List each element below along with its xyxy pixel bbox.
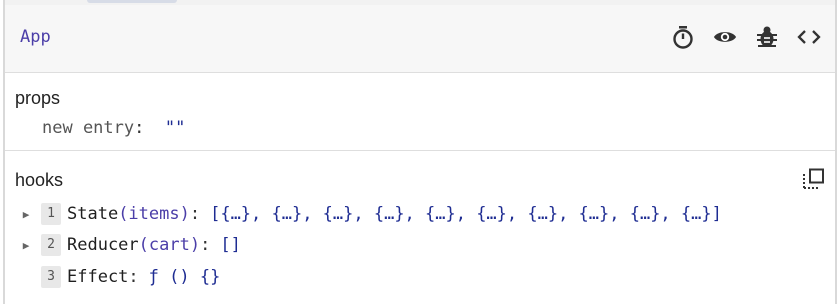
prop-value[interactable]: "" xyxy=(165,118,185,138)
inspector-header: App xyxy=(5,5,835,73)
hook-index: 1 xyxy=(41,203,61,225)
hooks-section: hooks ▶ 1 State (items): [{…}, {…}, {…}, … xyxy=(5,152,835,304)
header-toolbar xyxy=(671,25,821,49)
hook-row[interactable]: ▶ 1 State (items): [{…}, {…}, {…}, {…}, {… xyxy=(19,201,722,227)
timer-icon[interactable] xyxy=(671,25,695,49)
prop-row[interactable]: new entry: "" xyxy=(42,118,185,138)
bug-icon[interactable] xyxy=(755,25,779,49)
code-icon[interactable] xyxy=(797,25,821,49)
hooks-title: hooks xyxy=(15,170,64,190)
expand-caret-icon[interactable]: ▶ xyxy=(19,239,33,252)
hook-name: Reducer xyxy=(67,235,139,255)
hook-value[interactable]: [{…}, {…}, {…}, {…}, {…}, {…}, {…}, {…},… xyxy=(210,204,722,224)
expand-caret-icon[interactable]: ▶ xyxy=(19,208,33,221)
hook-row[interactable]: ▶ 2 Reducer (cart): [] xyxy=(19,232,241,258)
copy-icon[interactable] xyxy=(803,168,825,190)
hook-index: 2 xyxy=(41,234,61,256)
props-title: props xyxy=(15,88,61,108)
hook-variable: (cart) xyxy=(138,235,201,255)
hook-index: 3 xyxy=(41,266,61,288)
component-name: App xyxy=(20,27,51,47)
component-inspector-panel: App props new entry: "" hooks ▶ 1 State … xyxy=(3,0,837,304)
hook-variable: (items) xyxy=(118,204,190,224)
hook-name: Effect xyxy=(67,267,129,287)
prop-key: new entry xyxy=(42,118,135,138)
hook-name: State xyxy=(67,204,119,224)
eye-icon[interactable] xyxy=(713,25,737,49)
props-section: props new entry: "" xyxy=(5,74,835,151)
hook-value[interactable]: [] xyxy=(220,235,240,255)
hook-value[interactable]: ƒ () {} xyxy=(149,267,221,287)
hook-row[interactable]: 3 Effect: ƒ () {} xyxy=(19,264,220,290)
